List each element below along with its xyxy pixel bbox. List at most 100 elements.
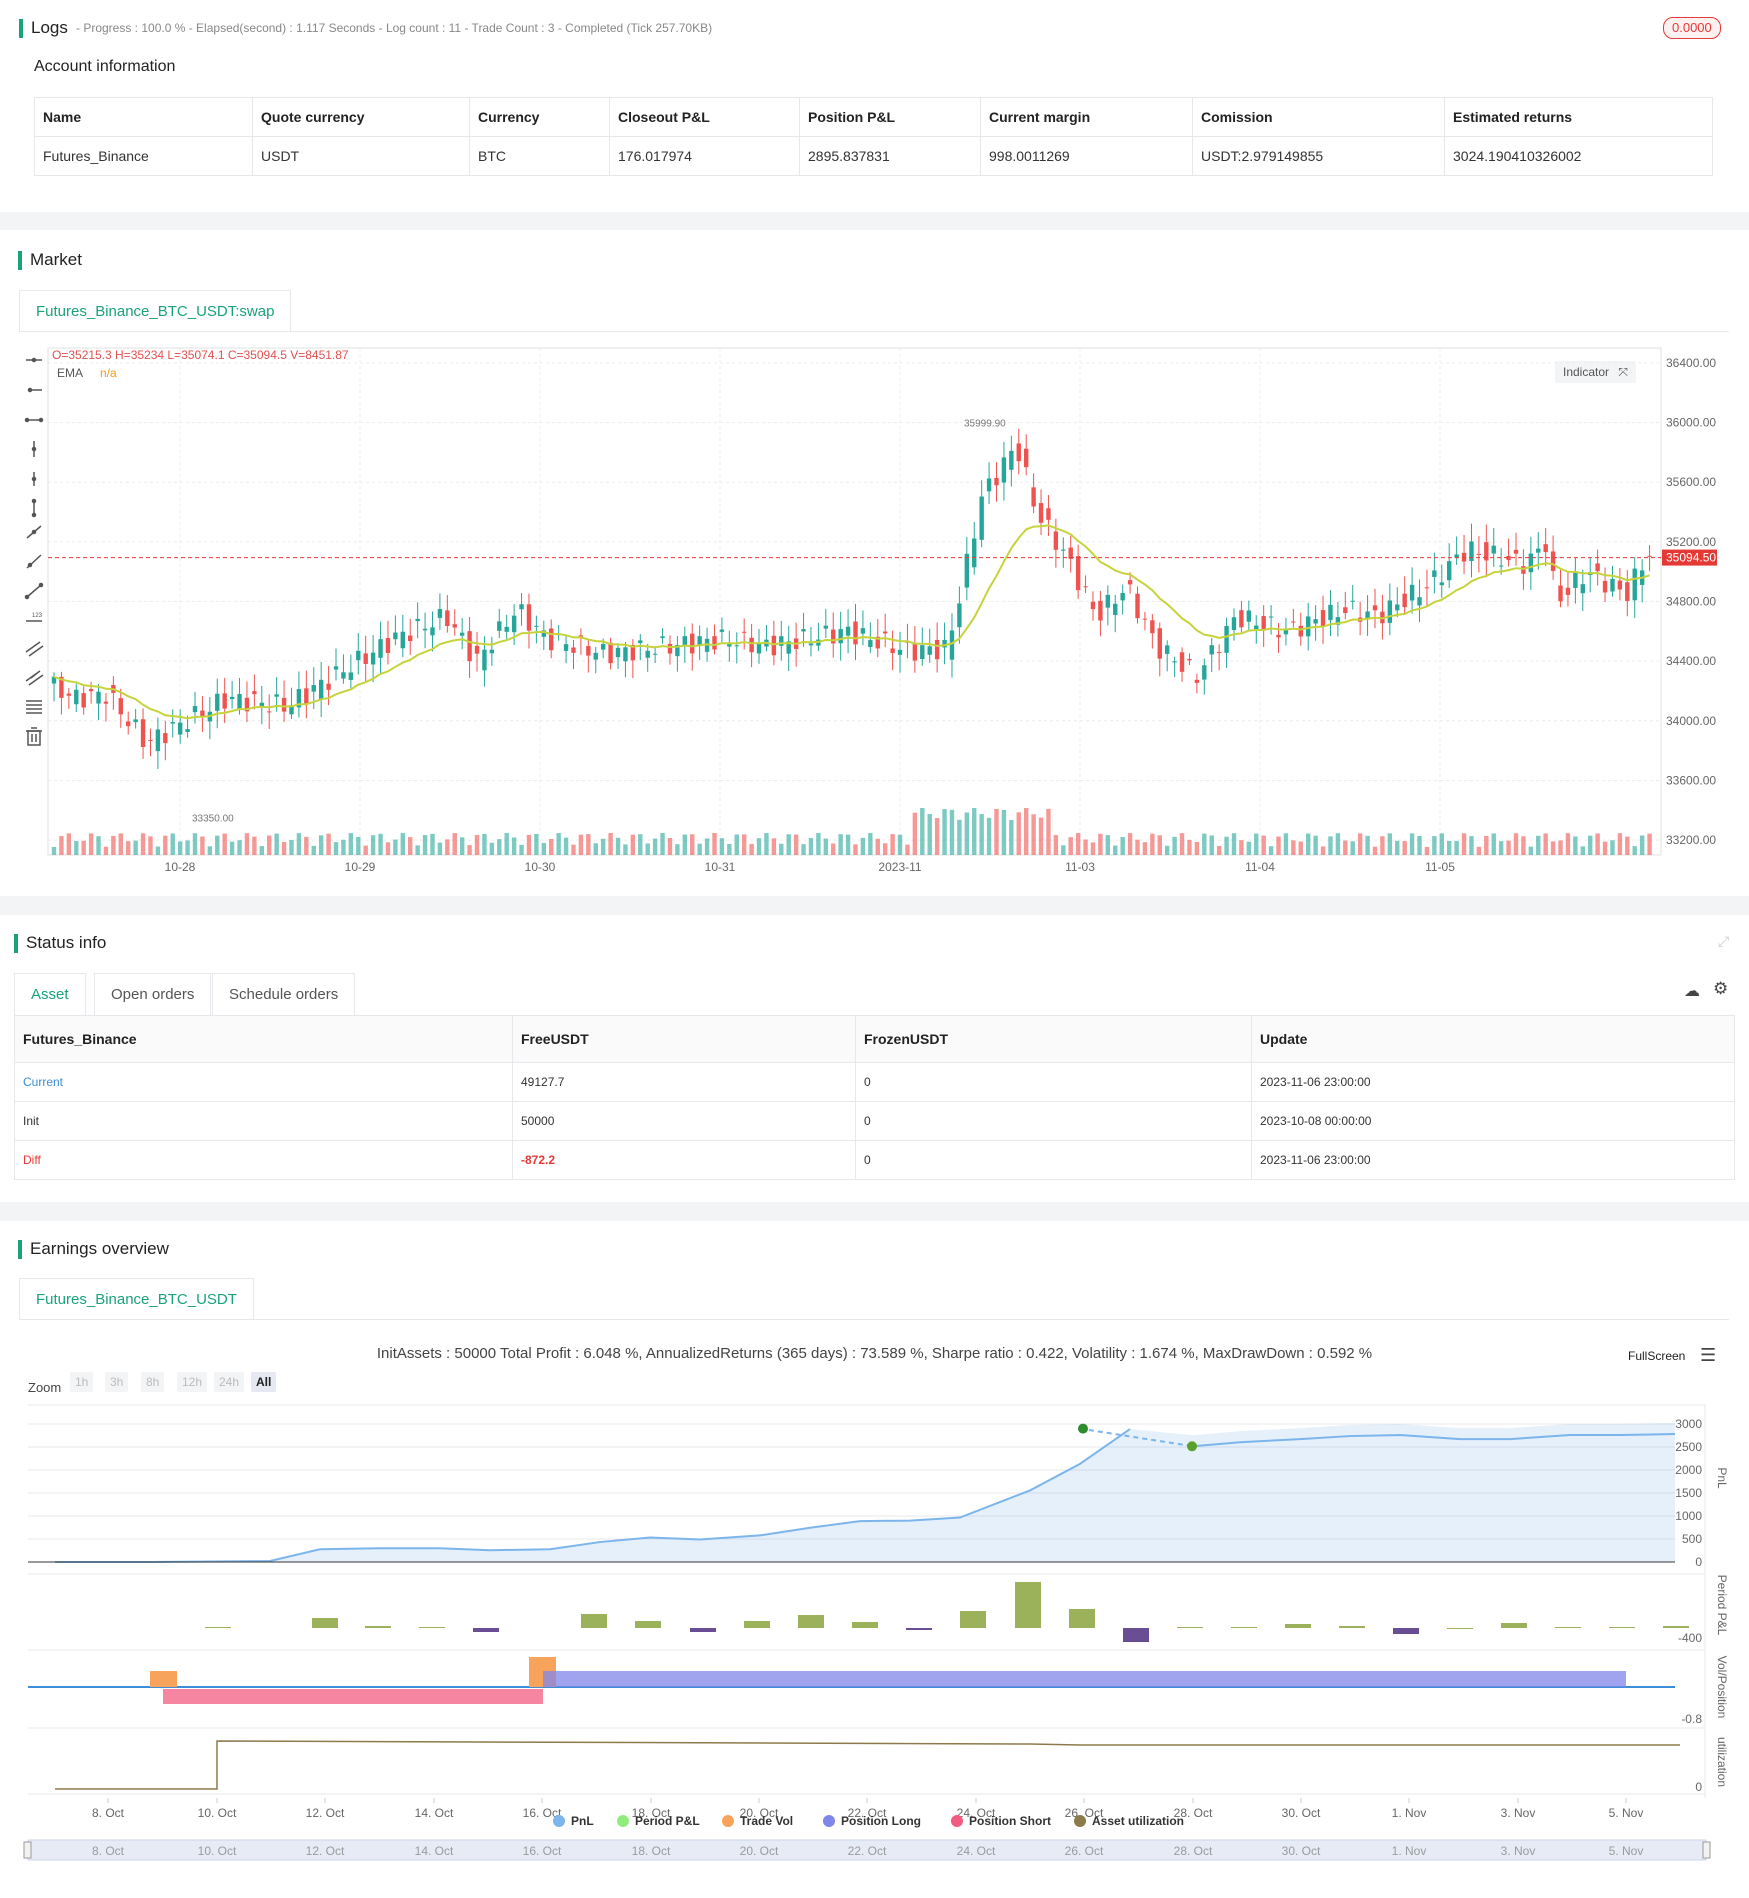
volume-bar	[207, 846, 213, 855]
zoom-label: Zoom	[28, 1380, 62, 1395]
y-tick-label: 35600.00	[1666, 475, 1716, 489]
volume-bar	[1528, 846, 1534, 855]
candle-body	[972, 538, 977, 568]
account-header: Closeout P&L	[609, 97, 800, 137]
volume-bar	[1320, 846, 1326, 855]
candle-body	[1157, 628, 1162, 659]
volume-bar	[756, 838, 762, 855]
x-tick-label: 12. Oct	[306, 1806, 345, 1820]
volume-bar	[823, 838, 829, 855]
asset-cell: 2023-10-08 00:00:00	[1251, 1101, 1735, 1141]
volume-bar	[764, 833, 769, 855]
tab-earnings-symbol[interactable]: Futures_Binance_BTC_USDT	[19, 1278, 254, 1320]
candle-body	[1179, 652, 1185, 672]
volume-bar	[467, 845, 472, 855]
volume-bar	[318, 835, 324, 855]
candle-body	[1387, 600, 1393, 623]
volume-bar	[66, 833, 72, 855]
zoom-12h[interactable]: 12h	[177, 1372, 208, 1392]
volume-bar	[1313, 835, 1318, 855]
candle-body	[96, 691, 101, 704]
x-tick-label: 2023-11	[878, 860, 921, 874]
candle-body	[771, 635, 777, 656]
cloud-download-icon[interactable]: ☁	[1684, 981, 1700, 1001]
menu-icon[interactable]: ☰	[1700, 1345, 1716, 1366]
x-tick-label: 8. Oct	[92, 1806, 125, 1820]
volume-bar	[645, 843, 650, 855]
tab-asset[interactable]: Asset	[14, 973, 86, 1015]
volume-bar	[793, 834, 799, 855]
volume-bar	[638, 834, 643, 855]
candle-body	[1543, 544, 1548, 553]
volume-bar	[623, 844, 628, 855]
volume-bar	[831, 843, 836, 855]
position-short-bar	[163, 1689, 543, 1704]
volume-bar	[860, 837, 866, 855]
zoom-3h[interactable]: 3h	[105, 1372, 129, 1392]
navigator-label: 30. Oct	[1282, 1844, 1321, 1858]
volume-bar	[96, 836, 101, 855]
asset-cell: 2023-11-06 23:00:00	[1251, 1140, 1735, 1180]
volume-bar	[578, 834, 584, 855]
candle-body	[200, 710, 205, 717]
candle-body	[1521, 566, 1526, 574]
volume-bar	[385, 842, 391, 855]
candle-body	[215, 693, 220, 711]
volume-bar	[281, 841, 287, 855]
asset-row-label: Init	[14, 1101, 513, 1141]
utilization-line	[55, 1740, 1680, 1790]
gear-icon[interactable]: ⚙	[1713, 979, 1728, 999]
legend-item: Position Long	[841, 1814, 921, 1828]
candle-body	[549, 628, 554, 651]
asset-cell: 0	[855, 1101, 1252, 1141]
volume-bar	[1127, 833, 1133, 855]
period-pnl-bar	[1501, 1623, 1527, 1628]
tab-open-orders[interactable]: Open orders	[94, 973, 212, 1015]
expand-icon[interactable]: ⤢	[1718, 933, 1729, 950]
volume-bar	[1617, 833, 1623, 855]
zoom-24h[interactable]: 24h	[214, 1372, 245, 1392]
volume-bar	[1573, 836, 1578, 855]
candlestick-chart[interactable]: 36400.00 36000.00 35600.00 35200.00 34800.00…	[0, 230, 1749, 896]
asset-cell: 0	[855, 1062, 1252, 1102]
candle-body	[1476, 553, 1482, 555]
zoom-1h[interactable]: 1h	[70, 1372, 94, 1392]
volume-bar	[1424, 846, 1430, 855]
earnings-chart[interactable]: 3000 2500 2000 1500 1000 500 0 -400 -0.8 0 PnL Peri…	[0, 1400, 1749, 1898]
volume-bar	[148, 836, 153, 855]
volume-bar	[1061, 845, 1066, 855]
candle-body	[229, 696, 235, 700]
account-header: Current margin	[980, 97, 1193, 137]
volume-bar	[111, 835, 116, 855]
volume-bar	[1610, 840, 1615, 855]
volume-bar	[541, 842, 547, 855]
volume-bar	[1498, 841, 1504, 855]
zoom-all[interactable]: All	[251, 1372, 277, 1392]
volume-bar	[1476, 846, 1482, 855]
last-price-label: 35094.50	[1666, 551, 1716, 565]
volume-bar	[630, 834, 636, 855]
x-tick-label: 10-30	[525, 860, 556, 874]
volume-bar	[133, 840, 138, 855]
x-tick-label: 10-29	[345, 860, 376, 874]
candle-body	[1113, 603, 1118, 615]
volume-bar	[897, 834, 903, 855]
candle-body	[333, 666, 339, 670]
period-pnl-bar	[1231, 1627, 1257, 1628]
candle-body	[504, 626, 509, 632]
pnl-tick: 1500	[1675, 1486, 1702, 1500]
candle-body	[979, 496, 984, 540]
zoom-8h[interactable]: 8h	[141, 1372, 165, 1392]
period-pnl-bar	[365, 1626, 391, 1628]
candle-body	[1231, 617, 1237, 631]
tab-schedule-orders[interactable]: Schedule orders	[212, 973, 356, 1015]
asset-header: Futures_Binance	[14, 1015, 513, 1063]
navigator-label: 18. Oct	[632, 1844, 671, 1858]
volume-bar	[593, 843, 598, 855]
volume-bar	[304, 836, 309, 855]
candle-body	[1424, 587, 1430, 589]
volume-bar	[200, 836, 205, 855]
fullscreen-button[interactable]: FullScreen	[1628, 1349, 1685, 1363]
candle-body	[957, 603, 962, 628]
volume-bar	[1491, 833, 1496, 855]
